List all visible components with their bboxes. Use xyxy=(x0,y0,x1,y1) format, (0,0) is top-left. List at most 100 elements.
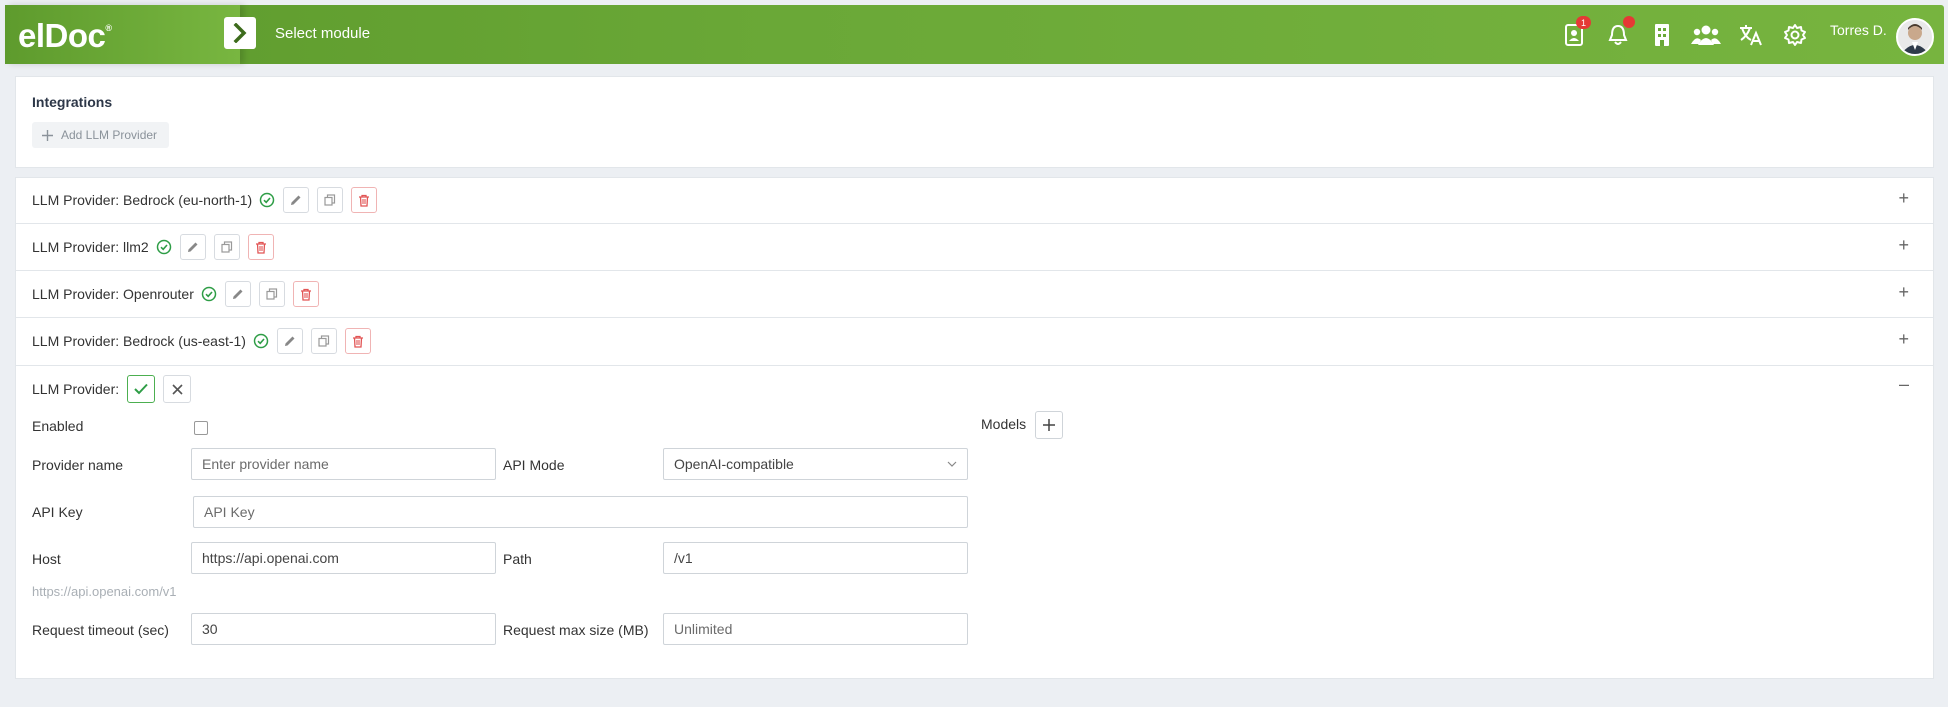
models-label: Models xyxy=(981,416,1027,432)
settings-button[interactable] xyxy=(1780,20,1810,50)
language-button[interactable] xyxy=(1736,20,1766,50)
provider-label: LLM Provider: llm2 xyxy=(32,239,149,255)
pencil-icon xyxy=(284,336,295,346)
api-mode-value: OpenAI-compatible xyxy=(674,456,794,472)
trash-icon xyxy=(359,194,370,207)
new-provider-label: LLM Provider: xyxy=(32,381,120,397)
cancel-button[interactable] xyxy=(163,375,192,403)
edit-button[interactable] xyxy=(224,281,251,307)
api-mode-label: API Mode xyxy=(503,457,565,473)
notifications-button[interactable] xyxy=(1603,16,1635,50)
check-circle-icon xyxy=(156,239,172,255)
edit-button[interactable] xyxy=(179,234,206,260)
copy-button[interactable] xyxy=(317,187,344,213)
api-key-input[interactable]: API Key xyxy=(193,496,968,528)
add-llm-provider-button[interactable]: Add LLM Provider xyxy=(32,122,170,148)
delete-button[interactable] xyxy=(344,328,371,354)
copy-icon xyxy=(221,241,232,253)
copy-icon xyxy=(266,288,277,300)
provider-header: LLM Provider: Bedrock (eu-north-1) xyxy=(32,187,378,213)
logo-block[interactable]: elDoc® xyxy=(5,5,240,64)
path-label: Path xyxy=(503,551,532,567)
provider-name-label: Provider name xyxy=(32,457,124,473)
host-input[interactable]: https://api.openai.com xyxy=(191,542,496,574)
api-key-label: API Key xyxy=(32,504,83,520)
host-label: Host xyxy=(32,551,61,567)
request-max-size-label: Request max size (MB) xyxy=(503,622,649,638)
integrations-title: Integrations xyxy=(32,94,113,110)
enabled-label: Enabled xyxy=(32,418,84,434)
confirm-button[interactable] xyxy=(127,375,156,403)
close-icon xyxy=(172,383,183,395)
provider-label: LLM Provider: Openrouter xyxy=(32,286,194,302)
provider-row[interactable]: LLM Provider: Bedrock (eu-north-1) + xyxy=(15,177,1934,224)
delete-button[interactable] xyxy=(247,234,274,260)
plus-icon xyxy=(42,129,53,141)
copy-button[interactable] xyxy=(213,234,240,260)
check-circle-icon xyxy=(253,333,269,349)
user-name[interactable]: Torres D. xyxy=(1830,22,1887,38)
contacts-button[interactable]: 1 xyxy=(1559,16,1591,50)
translate-icon xyxy=(1740,25,1762,46)
trash-icon xyxy=(300,288,311,301)
expand-plus-icon[interactable]: + xyxy=(1898,235,1909,256)
pencil-icon xyxy=(232,289,243,299)
organization-button[interactable] xyxy=(1647,20,1677,50)
pencil-icon xyxy=(291,195,301,205)
provider-row[interactable]: LLM Provider: Openrouter + xyxy=(15,270,1934,318)
request-timeout-label: Request timeout (sec) xyxy=(32,622,169,638)
check-circle-icon xyxy=(201,286,217,302)
user-avatar[interactable] xyxy=(1896,18,1934,56)
gear-icon xyxy=(1784,24,1806,46)
collapse-minus-icon[interactable]: – xyxy=(1899,374,1909,395)
provider-header: LLM Provider: Openrouter xyxy=(32,281,319,307)
chevron-right-icon xyxy=(233,23,247,43)
chevron-down-icon xyxy=(947,461,957,467)
add-llm-provider-label: Add LLM Provider xyxy=(61,128,158,142)
add-model-button[interactable] xyxy=(1035,411,1063,439)
new-provider-header: LLM Provider: xyxy=(32,375,192,403)
api-mode-select[interactable]: OpenAI-compatible xyxy=(663,448,968,480)
request-max-size-input[interactable]: Unlimited xyxy=(663,613,968,645)
path-input[interactable]: /v1 xyxy=(663,542,968,574)
top-bar: elDoc® Select module 1 Torres D. xyxy=(5,5,1944,64)
app-logo[interactable]: elDoc® xyxy=(18,17,112,55)
resolved-url-hint: https://api.openai.com/v1 xyxy=(32,584,177,599)
provider-header: LLM Provider: Bedrock (us-east-1) xyxy=(32,328,371,354)
provider-header: LLM Provider: llm2 xyxy=(32,234,274,260)
avatar-image xyxy=(1898,20,1932,54)
plus-icon xyxy=(1043,419,1055,431)
request-timeout-input[interactable]: 30 xyxy=(191,613,496,645)
check-circle-icon xyxy=(259,192,275,208)
expand-plus-icon[interactable]: + xyxy=(1898,188,1909,209)
select-module-link[interactable]: Select module xyxy=(275,25,370,42)
users-button[interactable] xyxy=(1691,20,1721,50)
integrations-panel: Integrations Add LLM Provider xyxy=(15,76,1934,168)
trash-icon xyxy=(255,241,266,254)
provider-name-input[interactable]: Enter provider name xyxy=(191,448,496,480)
provider-label: LLM Provider: Bedrock (eu-north-1) xyxy=(32,192,253,208)
edit-button[interactable] xyxy=(276,328,303,354)
provider-row[interactable]: LLM Provider: llm2 + xyxy=(15,223,1934,271)
provider-label: LLM Provider: Bedrock (us-east-1) xyxy=(32,333,246,349)
delete-button[interactable] xyxy=(351,187,378,213)
copy-icon xyxy=(318,335,330,347)
users-icon xyxy=(1691,25,1721,45)
expand-plus-icon[interactable]: + xyxy=(1898,329,1909,350)
expand-plus-icon[interactable]: + xyxy=(1898,282,1909,303)
copy-button[interactable] xyxy=(310,328,337,354)
copy-icon xyxy=(324,194,336,206)
provider-row[interactable]: LLM Provider: Bedrock (us-east-1) + xyxy=(15,317,1934,366)
edit-button[interactable] xyxy=(283,187,310,213)
notification-count-badge: 1 xyxy=(1576,16,1591,29)
pencil-icon xyxy=(187,242,198,252)
trash-icon xyxy=(352,335,363,348)
delete-button[interactable] xyxy=(292,281,319,307)
copy-button[interactable] xyxy=(258,281,285,307)
notification-dot xyxy=(1623,16,1635,28)
enabled-checkbox[interactable] xyxy=(194,421,208,435)
module-toggle-button[interactable] xyxy=(224,17,256,49)
new-provider-panel: LLM Provider: – Enabled Models Provider … xyxy=(15,365,1934,679)
building-icon xyxy=(1655,24,1669,46)
checkmark-icon xyxy=(134,383,148,395)
